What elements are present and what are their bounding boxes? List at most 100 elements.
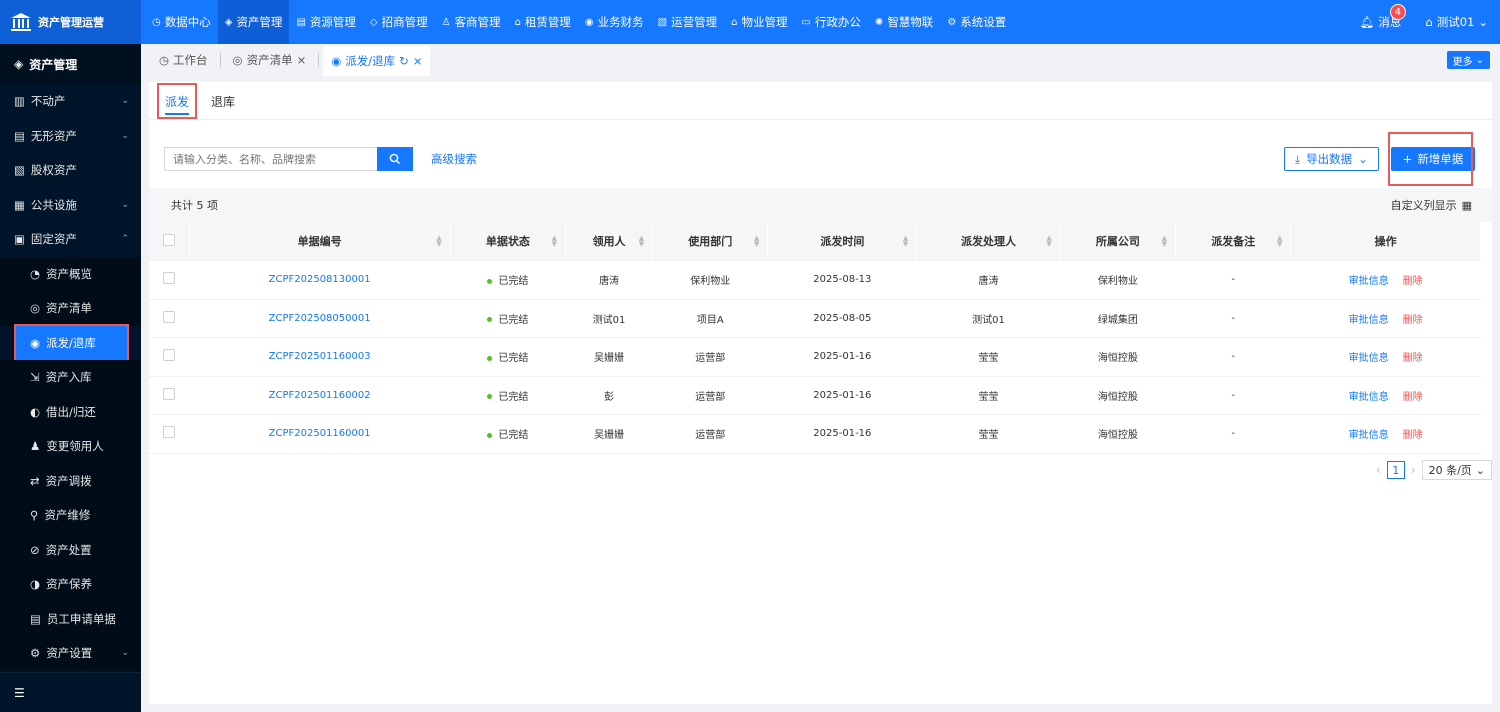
- approval-info-link[interactable]: 审批信息: [1349, 353, 1389, 364]
- search-input[interactable]: [164, 147, 377, 171]
- sidebar-item-0[interactable]: ▥ 不动产 ⌄: [0, 84, 141, 119]
- document-code-link[interactable]: ZCPF202501160003: [269, 351, 371, 362]
- sidebar-subitem-4[interactable]: ◐ 借出/归还: [0, 394, 141, 429]
- topnav-item-8[interactable]: ⌂ 物业管理: [724, 0, 794, 44]
- sidebar-item-2[interactable]: ▧ 股权资产: [0, 153, 141, 188]
- chevron-down-icon: ⌄: [1475, 54, 1484, 66]
- page-number[interactable]: 1: [1386, 461, 1405, 479]
- sidebar-subitem-9[interactable]: ◑ 资产保养: [0, 567, 141, 602]
- refresh-icon[interactable]: ↻: [399, 54, 409, 68]
- topnav-item-10[interactable]: ✺ 智慧物联: [868, 0, 940, 44]
- document-code-link[interactable]: ZCPF202501160002: [269, 390, 371, 401]
- code-cell: ZCPF202501160003: [189, 337, 451, 377]
- sidebar-subitem-5[interactable]: ♟ 变更领用人: [0, 429, 141, 464]
- document-code-link[interactable]: ZCPF202501160001: [269, 428, 371, 439]
- column-header-2[interactable]: 领用人 ▲ ▼: [565, 222, 654, 261]
- column-header-1[interactable]: 单据状态 ▲ ▼: [450, 222, 567, 261]
- topnav-item-9[interactable]: ▭ 行政办公: [794, 0, 867, 44]
- row-checkbox[interactable]: [163, 272, 175, 285]
- more-tabs-button[interactable]: 更多 ⌄: [1446, 51, 1490, 69]
- export-data-button[interactable]: ⤓ 导出数据 ⌄: [1284, 147, 1379, 171]
- delete-link[interactable]: 删除: [1403, 353, 1423, 364]
- chevron-icon: ⌄: [121, 130, 129, 141]
- prev-page-icon[interactable]: ‹: [1376, 463, 1381, 477]
- brand[interactable]: 资产管理运营: [0, 0, 141, 44]
- collapse-sidebar-button[interactable]: ☰: [0, 672, 141, 712]
- sidebar-subitem-7[interactable]: ⚲ 资产维修: [0, 498, 141, 533]
- sidebar-item-3[interactable]: ▦ 公共设施 ⌄: [0, 188, 141, 223]
- user-menu[interactable]: ⌂ 测试01 ⌄: [1425, 14, 1488, 30]
- delete-link[interactable]: 删除: [1403, 315, 1423, 326]
- search-bar: 高级搜索: [164, 147, 477, 171]
- sidebar-subitem-1[interactable]: ◎ 资产清单: [0, 291, 141, 326]
- topnav-item-2[interactable]: ▤ 资源管理: [289, 0, 362, 44]
- next-page-icon[interactable]: ›: [1411, 463, 1416, 477]
- column-header-3[interactable]: 使用部门 ▲ ▼: [652, 222, 769, 261]
- delete-link[interactable]: 删除: [1403, 430, 1423, 441]
- sort-icon[interactable]: ▲ ▼: [1162, 235, 1167, 248]
- advanced-search-link[interactable]: 高级搜索: [431, 151, 477, 167]
- subtab-0[interactable]: 派发: [157, 83, 198, 119]
- messages-button[interactable]: 🔔︎ 消息 4: [1360, 4, 1406, 30]
- topnav-item-0[interactable]: ◷ 数据中心: [145, 0, 218, 44]
- iot-icon: ✺: [874, 16, 884, 28]
- row-checkbox[interactable]: [163, 310, 175, 323]
- sort-icon[interactable]: ▲ ▼: [754, 235, 759, 248]
- document-code-link[interactable]: ZCPF202508130001: [269, 274, 371, 285]
- sidebar-item-1[interactable]: ▤ 无形资产 ⌄: [0, 119, 141, 154]
- page-size-select[interactable]: 20 条/页 ⌄: [1421, 460, 1492, 480]
- page-tab-2[interactable]: ◉ 派发/退库 ↻ ×: [323, 46, 431, 76]
- sort-icon[interactable]: ▲ ▼: [1277, 235, 1282, 248]
- document-code-link[interactable]: ZCPF202508050001: [269, 313, 371, 324]
- approval-info-link[interactable]: 审批信息: [1349, 276, 1389, 287]
- column-header-7[interactable]: 派发备注 ▲ ▼: [1175, 222, 1292, 261]
- delete-link[interactable]: 删除: [1403, 276, 1423, 287]
- page-tab-0[interactable]: ◷ 工作台: [151, 47, 216, 73]
- add-document-button[interactable]: + 新增单据: [1391, 147, 1475, 171]
- sort-icon[interactable]: ▲ ▼: [639, 235, 644, 248]
- approval-info-link[interactable]: 审批信息: [1349, 315, 1389, 326]
- close-icon[interactable]: ×: [413, 54, 423, 68]
- topnav-item-11[interactable]: ⚙ 系统设置: [940, 0, 1013, 44]
- sort-icon[interactable]: ▲ ▼: [903, 235, 908, 248]
- menu-fold-icon: ☰: [14, 685, 25, 700]
- row-checkbox[interactable]: [163, 349, 175, 362]
- column-header-5[interactable]: 派发处理人 ▲ ▼: [916, 222, 1061, 261]
- sidebar-item-label: 无形资产: [30, 128, 77, 143]
- sort-icon[interactable]: ▲ ▼: [1046, 235, 1051, 248]
- select-all-checkbox[interactable]: [162, 233, 175, 246]
- sidebar-subitem-8[interactable]: ⊘ 资产处置: [0, 532, 141, 567]
- sidebar-subitem-11[interactable]: ⚙ 资产设置 ⌄: [0, 636, 141, 671]
- sidebar-subitem-2[interactable]: ◉ 派发/退库: [14, 323, 129, 362]
- customize-columns-button[interactable]: 自定义列显示 ▦: [1391, 188, 1472, 222]
- sidebar-subitem-3[interactable]: ⇲ 资产入库: [0, 360, 141, 395]
- row-checkbox[interactable]: [163, 426, 175, 439]
- column-header-8[interactable]: 操作: [1290, 222, 1481, 261]
- row-checkbox[interactable]: [163, 387, 175, 400]
- topnav-item-1[interactable]: ◈ 资产管理: [217, 0, 290, 44]
- subtab-1[interactable]: 退库: [203, 83, 243, 119]
- approval-info-link[interactable]: 审批信息: [1349, 392, 1389, 403]
- sort-icon[interactable]: ▲ ▼: [552, 235, 557, 248]
- remark-cell: -: [1175, 337, 1291, 377]
- column-header-6[interactable]: 所属公司 ▲ ▼: [1060, 222, 1177, 261]
- column-header-4[interactable]: 派发时间 ▲ ▼: [767, 222, 918, 261]
- sidebar-item-4[interactable]: ▣ 固定资产 ⌃: [0, 222, 141, 257]
- sort-icon[interactable]: ▲ ▼: [436, 235, 441, 248]
- approval-info-link[interactable]: 审批信息: [1349, 430, 1389, 441]
- code-cell: ZCPF202501160002: [189, 376, 451, 415]
- sidebar-subitem-0[interactable]: ◔ 资产概览: [0, 256, 141, 291]
- sidebar-subitem-10[interactable]: ▤ 员工申请单据: [0, 601, 141, 636]
- row-check-cell: [149, 337, 189, 377]
- sidebar-subitem-6[interactable]: ⇄ 资产调拨: [0, 463, 141, 498]
- close-icon[interactable]: ×: [297, 53, 307, 67]
- search-button[interactable]: [377, 147, 413, 171]
- topnav-item-3[interactable]: ◇ 招商管理: [363, 0, 435, 44]
- topnav-item-5[interactable]: ⌂ 租赁管理: [508, 0, 578, 44]
- topnav-item-4[interactable]: ♙ 客商管理: [435, 0, 508, 44]
- topnav-item-6[interactable]: ◉ 业务财务: [578, 0, 651, 44]
- column-header-0[interactable]: 单据编号 ▲ ▼: [189, 222, 451, 261]
- page-tab-1[interactable]: ◎ 资产清单 ×: [225, 47, 315, 73]
- topnav-item-7[interactable]: ▧ 运营管理: [651, 0, 724, 44]
- delete-link[interactable]: 删除: [1403, 392, 1423, 403]
